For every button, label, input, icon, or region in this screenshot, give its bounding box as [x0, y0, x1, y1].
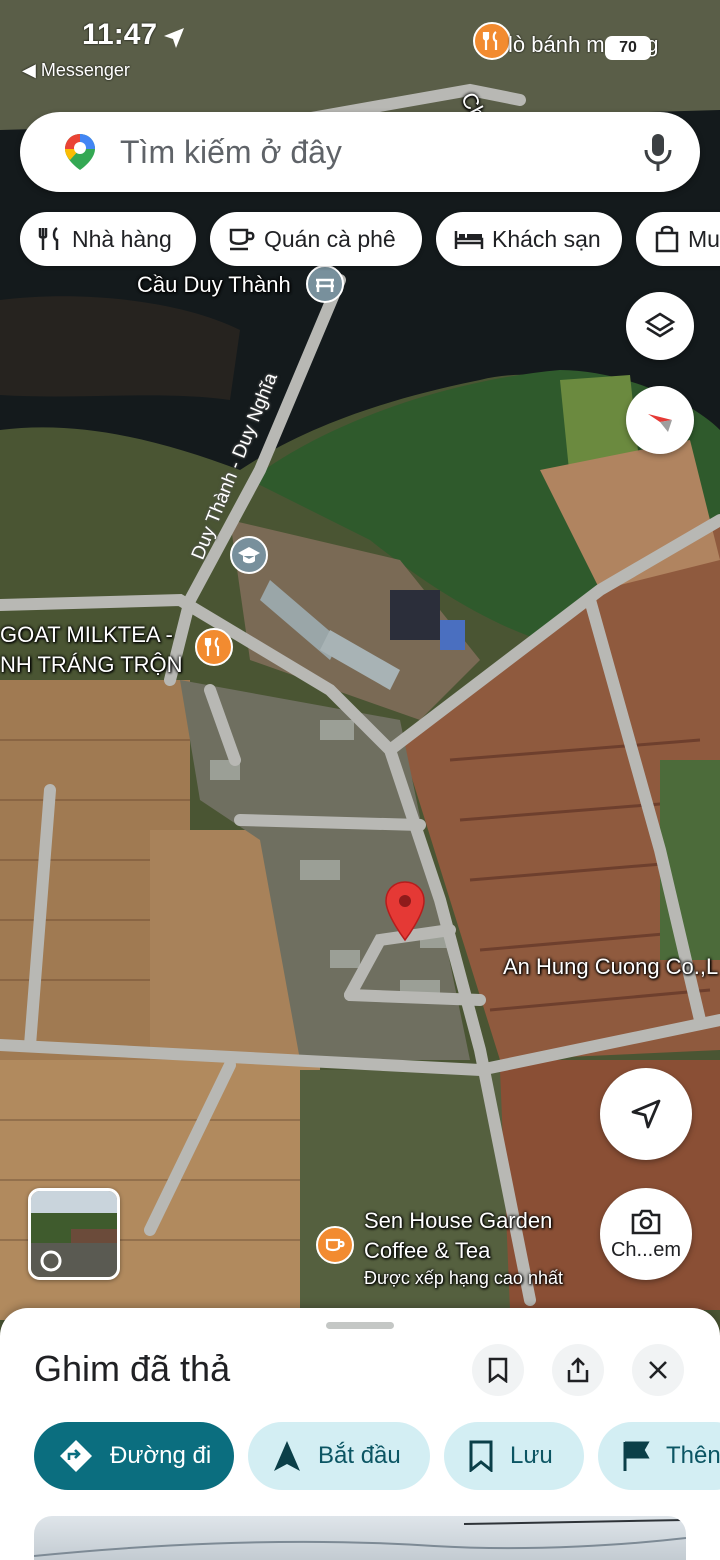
chip-hotels[interactable]: Khách sạn: [436, 212, 622, 266]
search-input[interactable]: Tìm kiếm ở đây: [120, 134, 342, 171]
directions-label: Đường đi: [110, 1442, 212, 1469]
save-label: Lưu: [510, 1442, 553, 1469]
share-button[interactable]: [552, 1344, 604, 1396]
save-pin-button[interactable]: [472, 1344, 524, 1396]
bookmark-outline-icon: [488, 1357, 508, 1383]
layers-button[interactable]: [626, 292, 694, 360]
chip-label: Quán cà phê: [264, 225, 396, 252]
cafe-rating-note: Được xếp hạng cao nhất: [364, 1268, 563, 1288]
navigation-arrow-icon: [274, 1441, 300, 1471]
close-icon: [649, 1361, 667, 1379]
milktea-label-line2[interactable]: NH TRÁNG TRỘN: [0, 652, 183, 678]
chip-label: Khách sạn: [492, 225, 601, 252]
lens-label: Ch...em: [610, 1238, 682, 1261]
camera-lens-icon: [631, 1209, 661, 1234]
cafe-label-line2[interactable]: Coffee & Tea: [364, 1238, 490, 1264]
bookmark-icon: [469, 1440, 493, 1472]
compass-button[interactable]: [626, 386, 694, 454]
google-maps-logo-icon: [65, 134, 95, 170]
back-arrow-icon: ◀: [22, 60, 41, 80]
street-view-thumbnail[interactable]: [28, 1188, 120, 1280]
place-photo-image: [34, 1519, 686, 1557]
place-sheet[interactable]: Ghim đã thả Đường đi Bắt đầu Lưu Thên: [0, 1308, 720, 1560]
cafe-icon[interactable]: [316, 1226, 354, 1264]
start-button[interactable]: Bắt đầu: [248, 1422, 430, 1490]
milktea-label-line1[interactable]: GOAT MILKTEA -: [0, 622, 173, 648]
save-button[interactable]: Lưu: [444, 1422, 584, 1490]
location-arrow-icon: [164, 28, 184, 48]
more-button[interactable]: Thên: [598, 1422, 720, 1490]
fork-knife-icon: [38, 227, 59, 250]
directions-icon: [60, 1440, 92, 1472]
bridge-icon[interactable]: [306, 265, 344, 303]
more-label: Thên: [666, 1442, 720, 1469]
share-icon: [567, 1357, 589, 1383]
bridge-label[interactable]: Cầu Duy Thành: [137, 272, 291, 298]
back-app-label: Messenger: [40, 60, 130, 80]
layers-icon: [644, 312, 676, 338]
mic-icon[interactable]: [642, 132, 674, 174]
back-to-messenger[interactable]: ◀ Messenger: [22, 60, 130, 81]
my-location-button[interactable]: [600, 1068, 692, 1160]
battery-indicator: 70: [605, 36, 651, 60]
coffee-cup-icon: [229, 228, 255, 251]
cafe-label-line1[interactable]: Sen House Garden: [364, 1208, 552, 1234]
status-time: 11:47: [82, 18, 158, 51]
lens-search-button[interactable]: Ch...em: [600, 1188, 692, 1280]
navigation-arrow-icon: [631, 1099, 661, 1129]
company-label[interactable]: An Hung Cuong Co.,L: [503, 954, 718, 980]
chip-label: Nhà hàng: [72, 225, 172, 252]
directions-button[interactable]: Đường đi: [34, 1422, 234, 1490]
street-view-image: [31, 1191, 117, 1277]
close-button[interactable]: [632, 1344, 684, 1396]
school-icon[interactable]: [230, 536, 268, 574]
search-bar[interactable]: Tìm kiếm ở đây: [20, 112, 700, 192]
sheet-drag-handle[interactable]: [326, 1322, 394, 1329]
start-label: Bắt đầu: [318, 1442, 401, 1469]
shopping-bag-icon: [655, 225, 679, 253]
flag-icon: [623, 1441, 650, 1471]
compass-icon: [648, 414, 672, 432]
sheet-title: Ghim đã thả: [34, 1348, 231, 1389]
chip-restaurants[interactable]: Nhà hàng: [20, 212, 196, 266]
chip-label: Mu: [688, 225, 720, 252]
place-photo[interactable]: [34, 1516, 686, 1560]
bed-icon: [454, 231, 484, 249]
bakery-restaurant-icon[interactable]: [473, 22, 511, 60]
chip-shopping[interactable]: Mu: [636, 212, 720, 266]
dropped-pin-icon[interactable]: [384, 880, 426, 947]
chip-cafes[interactable]: Quán cà phê: [210, 212, 422, 266]
restaurant-icon[interactable]: [195, 628, 233, 666]
